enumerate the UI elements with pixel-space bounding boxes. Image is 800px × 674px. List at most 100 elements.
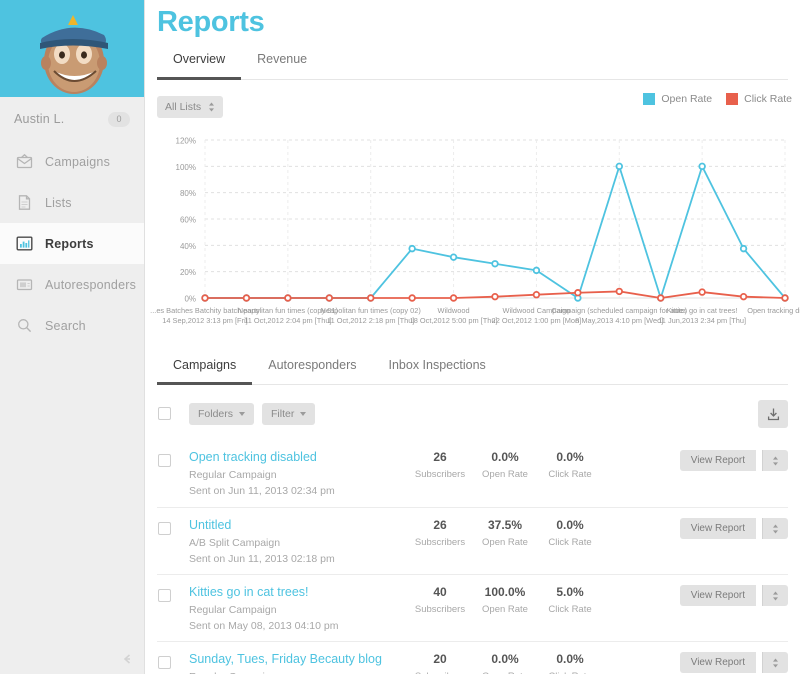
campaign-title-link[interactable]: Sunday, Tues, Friday Becauty blog [189, 652, 382, 666]
download-icon [766, 407, 781, 422]
legend-item-click-rate: Click Rate [726, 93, 792, 105]
y-tick-label: 60% [180, 216, 196, 225]
tab-autoresponders[interactable]: Autoresponders [252, 358, 372, 384]
row-checkbox[interactable] [158, 522, 171, 535]
x-tick-label: Neapolitan fun times (copy 02)11 Oct,201… [321, 306, 421, 326]
stepper-icon [208, 102, 215, 112]
sidebar-item-label: Autoresponders [45, 278, 136, 292]
stepper-icon [772, 456, 779, 466]
data-point[interactable] [451, 254, 457, 260]
campaign-sent-date: Sent on May 08, 2013 04:10 pm [189, 620, 338, 632]
tab-overview[interactable]: Overview [157, 52, 241, 79]
table-row: Open tracking disabled Regular Campaign Se… [157, 440, 788, 507]
view-report-button[interactable]: View Report [680, 450, 756, 471]
sidebar-item-label: Campaigns [45, 155, 110, 169]
tab-campaigns[interactable]: Campaigns [157, 358, 252, 384]
data-point[interactable] [409, 246, 415, 252]
campaign-type: Regular Campaign [189, 469, 277, 481]
chart-legend: Open Rate Click Rate [643, 93, 792, 105]
campaign-title-link[interactable]: Untitled [189, 518, 231, 532]
open-click-rate-line-chart: 0%20%40%60%80%100%120% [145, 130, 800, 310]
sidebar-item-label: Reports [45, 237, 94, 251]
tab-revenue[interactable]: Revenue [241, 52, 323, 79]
x-tick-label-date: 11 Oct,2012 2:18 pm [Thu] [321, 316, 421, 326]
legend-item-open-rate: Open Rate [643, 93, 712, 105]
sidebar-item-label: Lists [45, 196, 72, 210]
metric-label: Click Rate [532, 469, 608, 480]
stepper-icon [772, 658, 779, 668]
row-checkbox[interactable] [158, 454, 171, 467]
view-report-button[interactable]: View Report [680, 585, 756, 606]
data-point[interactable] [285, 295, 291, 301]
data-point[interactable] [244, 295, 250, 301]
data-point[interactable] [575, 290, 581, 296]
tab-inbox-inspections[interactable]: Inbox Inspections [373, 358, 502, 384]
metric-label: Click Rate [532, 604, 608, 615]
legend-label: Click Rate [744, 93, 792, 105]
reports-page: Austin L. 0 Campaigns Lists [0, 0, 800, 674]
data-point[interactable] [741, 246, 747, 252]
view-report-button[interactable]: View Report [680, 518, 756, 539]
metric-click-rate: 0.0%Click Rate [532, 518, 608, 548]
data-point[interactable] [699, 164, 705, 170]
sidebar-item-lists[interactable]: Lists [0, 182, 144, 223]
data-point[interactable] [451, 295, 457, 301]
legend-swatch-open-rate [643, 93, 655, 105]
y-tick-label: 100% [176, 163, 196, 172]
data-point[interactable] [534, 268, 540, 274]
sidebar: Austin L. 0 Campaigns Lists [0, 0, 145, 674]
data-point[interactable] [409, 295, 415, 301]
campaign-sent-date: Sent on Jun 11, 2013 02:18 pm [189, 553, 335, 565]
envelope-icon [16, 153, 33, 170]
data-point[interactable] [658, 295, 664, 301]
campaign-title-link[interactable]: Kitties go in cat trees! [189, 585, 309, 599]
metric-click-rate: 0.0%Click Rate [532, 450, 608, 480]
view-report-button[interactable]: View Report [680, 652, 756, 673]
search-icon [16, 317, 33, 334]
row-checkbox[interactable] [158, 656, 171, 669]
data-point[interactable] [202, 295, 208, 301]
sidebar-item-reports[interactable]: Reports [0, 223, 144, 264]
collapse-left-icon [120, 652, 134, 666]
filter-button[interactable]: Filter [262, 403, 315, 425]
x-tick-label-name: Kitties go in cat trees! [667, 306, 738, 315]
data-point[interactable] [616, 164, 622, 170]
download-button[interactable] [758, 400, 788, 428]
data-point[interactable] [368, 295, 374, 301]
account-row[interactable]: Austin L. 0 [0, 97, 144, 141]
y-tick-label: 80% [180, 189, 196, 198]
view-report-stepper[interactable] [762, 652, 788, 673]
view-report-stepper[interactable] [762, 518, 788, 539]
account-badge: 0 [108, 112, 130, 127]
all-lists-dropdown[interactable]: All Lists [157, 96, 223, 118]
campaign-title-link[interactable]: Open tracking disabled [189, 450, 317, 464]
folders-button[interactable]: Folders [189, 403, 254, 425]
data-point[interactable] [492, 294, 498, 300]
data-point[interactable] [741, 294, 747, 300]
sidebar-item-autoresponders[interactable]: Autoresponders [0, 264, 144, 305]
data-point[interactable] [492, 261, 498, 267]
data-point[interactable] [326, 295, 332, 301]
all-lists-label: All Lists [165, 101, 201, 113]
data-point[interactable] [782, 295, 788, 301]
data-point[interactable] [699, 289, 705, 295]
sidebar-item-campaigns[interactable]: Campaigns [0, 141, 144, 182]
select-all-checkbox[interactable] [158, 407, 171, 420]
sidebar-collapse-button[interactable] [118, 650, 136, 668]
campaign-sent-date: Sent on Jun 11, 2013 02:34 pm [189, 485, 335, 497]
main-content: Reports Overview Revenue All Lists Open … [145, 0, 800, 674]
view-report-stepper[interactable] [762, 450, 788, 471]
campaign-list: Open tracking disabled Regular Campaign Se… [157, 440, 788, 674]
row-checkbox[interactable] [158, 589, 171, 602]
data-point[interactable] [534, 292, 540, 298]
x-tick-label: Open tracking disabled [747, 306, 800, 316]
x-tick-label: Wildwood18 Oct,2012 5:00 pm [Thu] [410, 306, 498, 326]
metric-click-rate: 0.0%Click Rate [532, 652, 608, 674]
logo-panel [0, 0, 144, 97]
view-report-stepper[interactable] [762, 585, 788, 606]
page-title: Reports [157, 6, 264, 39]
x-tick-label-date: 18 Oct,2012 5:00 pm [Thu] [410, 316, 498, 326]
sidebar-item-search[interactable]: Search [0, 305, 144, 346]
y-tick-label: 120% [176, 137, 196, 146]
data-point[interactable] [616, 289, 622, 295]
